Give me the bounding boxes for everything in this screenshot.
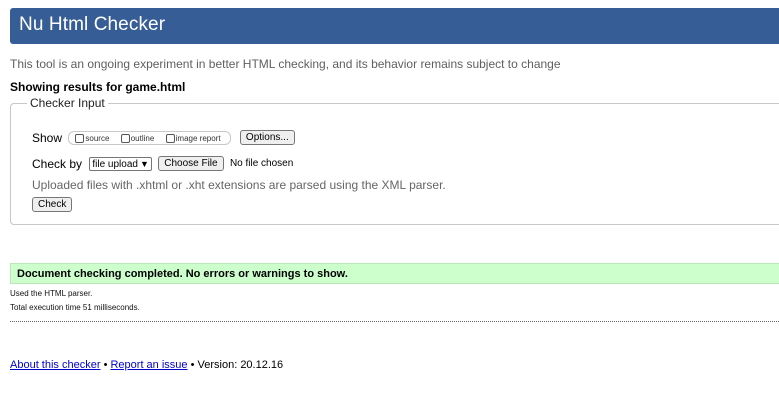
check-by-selected-value: file upload bbox=[92, 158, 138, 170]
footer: About this checker • Report an issue • V… bbox=[10, 359, 283, 371]
check-by-row: Check by file upload ▼ Choose File No fil… bbox=[32, 156, 294, 172]
footer-separator: • bbox=[103, 359, 108, 371]
no-file-chosen-text: No file chosen bbox=[229, 158, 294, 170]
checker-input-fieldset: Checker Input Show source outline image … bbox=[10, 96, 779, 225]
choose-file-button[interactable]: Choose File bbox=[158, 156, 224, 172]
report-issue-link[interactable]: Report an issue bbox=[110, 359, 187, 371]
check-by-label: Check by bbox=[32, 156, 83, 171]
image-report-checkbox-label[interactable]: image report bbox=[176, 134, 221, 143]
tagline: This tool is an ongoing experiment in be… bbox=[10, 57, 561, 71]
source-checkbox[interactable] bbox=[75, 134, 85, 144]
footer-separator: • bbox=[190, 359, 195, 371]
checker-input-legend: Checker Input bbox=[27, 96, 108, 110]
check-by-select[interactable]: file upload ▼ bbox=[89, 156, 152, 171]
upload-hint: Uploaded files with .xhtml or .xht exten… bbox=[32, 178, 446, 192]
showing-results-text: Showing results for game.html bbox=[10, 80, 186, 94]
show-options-group: source outline image report bbox=[68, 130, 231, 145]
chevron-down-icon: ▼ bbox=[139, 158, 149, 169]
check-button[interactable]: Check bbox=[32, 197, 73, 213]
source-checkbox-label[interactable]: source bbox=[85, 134, 109, 143]
execution-time: Total execution time 51 milliseconds. bbox=[10, 303, 140, 312]
image-report-checkbox[interactable] bbox=[165, 134, 175, 144]
show-label: Show bbox=[32, 130, 63, 145]
page-header: Nu Html Checker bbox=[10, 8, 779, 44]
page-title: Nu Html Checker bbox=[19, 14, 166, 35]
submit-row: Check bbox=[32, 197, 73, 213]
options-button[interactable]: Options... bbox=[239, 130, 295, 146]
about-checker-link[interactable]: About this checker bbox=[10, 359, 101, 371]
show-row: Show source outline image report Options… bbox=[32, 130, 295, 146]
success-message: Document checking completed. No errors o… bbox=[10, 263, 779, 284]
result-details: Used the HTML parser. Total execution ti… bbox=[10, 290, 779, 322]
parser-note: Used the HTML parser. bbox=[10, 289, 93, 298]
outline-checkbox-label[interactable]: outline bbox=[131, 134, 155, 143]
version-text: Version: 20.12.16 bbox=[197, 359, 284, 371]
outline-checkbox[interactable] bbox=[120, 134, 130, 144]
